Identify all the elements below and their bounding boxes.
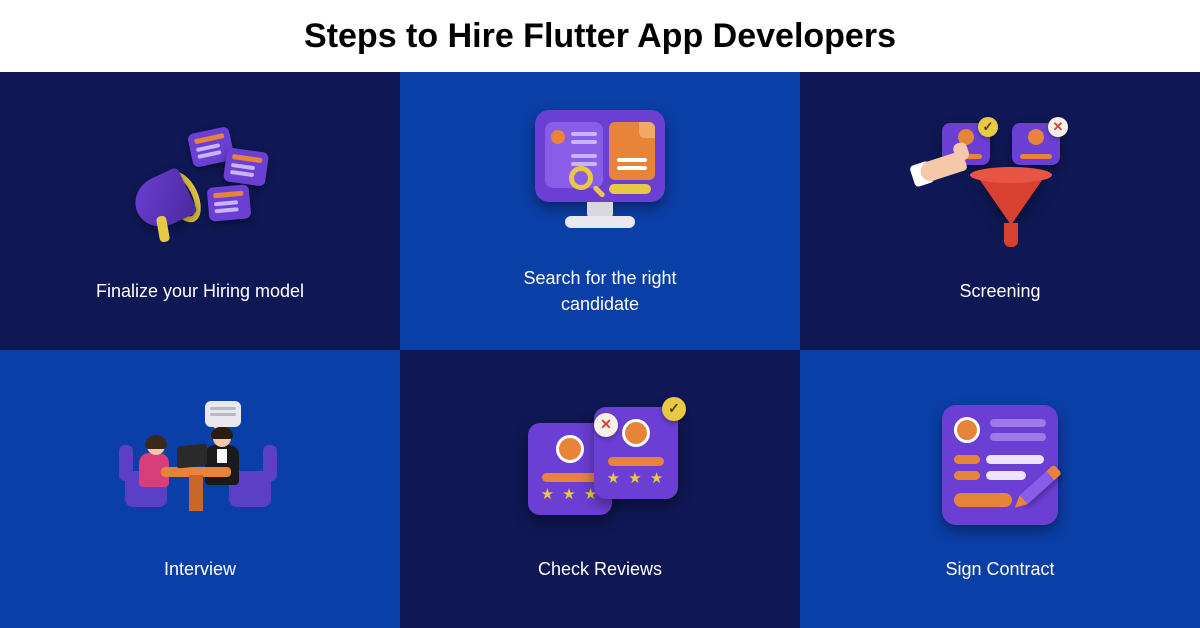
steps-grid: Finalize your Hiring model Search for th…: [0, 72, 1200, 628]
header: Steps to Hire Flutter App Developers: [0, 0, 1200, 72]
step-label: Check Reviews: [538, 556, 662, 582]
megaphone-cards-icon: [120, 118, 280, 258]
page-title: Steps to Hire Flutter App Developers: [304, 17, 896, 56]
step-card-interview: Interview: [0, 350, 400, 628]
step-card-check-reviews: ★ ★ ★ ★ ★ ★ ✕✓ Check Reviews: [400, 350, 800, 628]
review-stars-icon: ★ ★ ★ ★ ★ ★ ✕✓: [520, 396, 680, 536]
step-card-search-candidate: Search for the right candidate: [400, 72, 800, 350]
contract-pen-icon: [920, 396, 1080, 536]
step-label: Screening: [959, 278, 1040, 304]
step-card-sign-contract: Sign Contract: [800, 350, 1200, 628]
funnel-selection-icon: ✓✕: [920, 118, 1080, 258]
step-label: Interview: [164, 556, 236, 582]
step-card-finalize-hiring-model: Finalize your Hiring model: [0, 72, 400, 350]
step-label: Sign Contract: [945, 556, 1054, 582]
step-label: Search for the right candidate: [490, 265, 710, 317]
step-label: Finalize your Hiring model: [96, 278, 304, 304]
monitor-search-icon: [520, 105, 680, 245]
step-card-screening: ✓✕ Screening: [800, 72, 1200, 350]
interview-meeting-icon: [120, 396, 280, 536]
